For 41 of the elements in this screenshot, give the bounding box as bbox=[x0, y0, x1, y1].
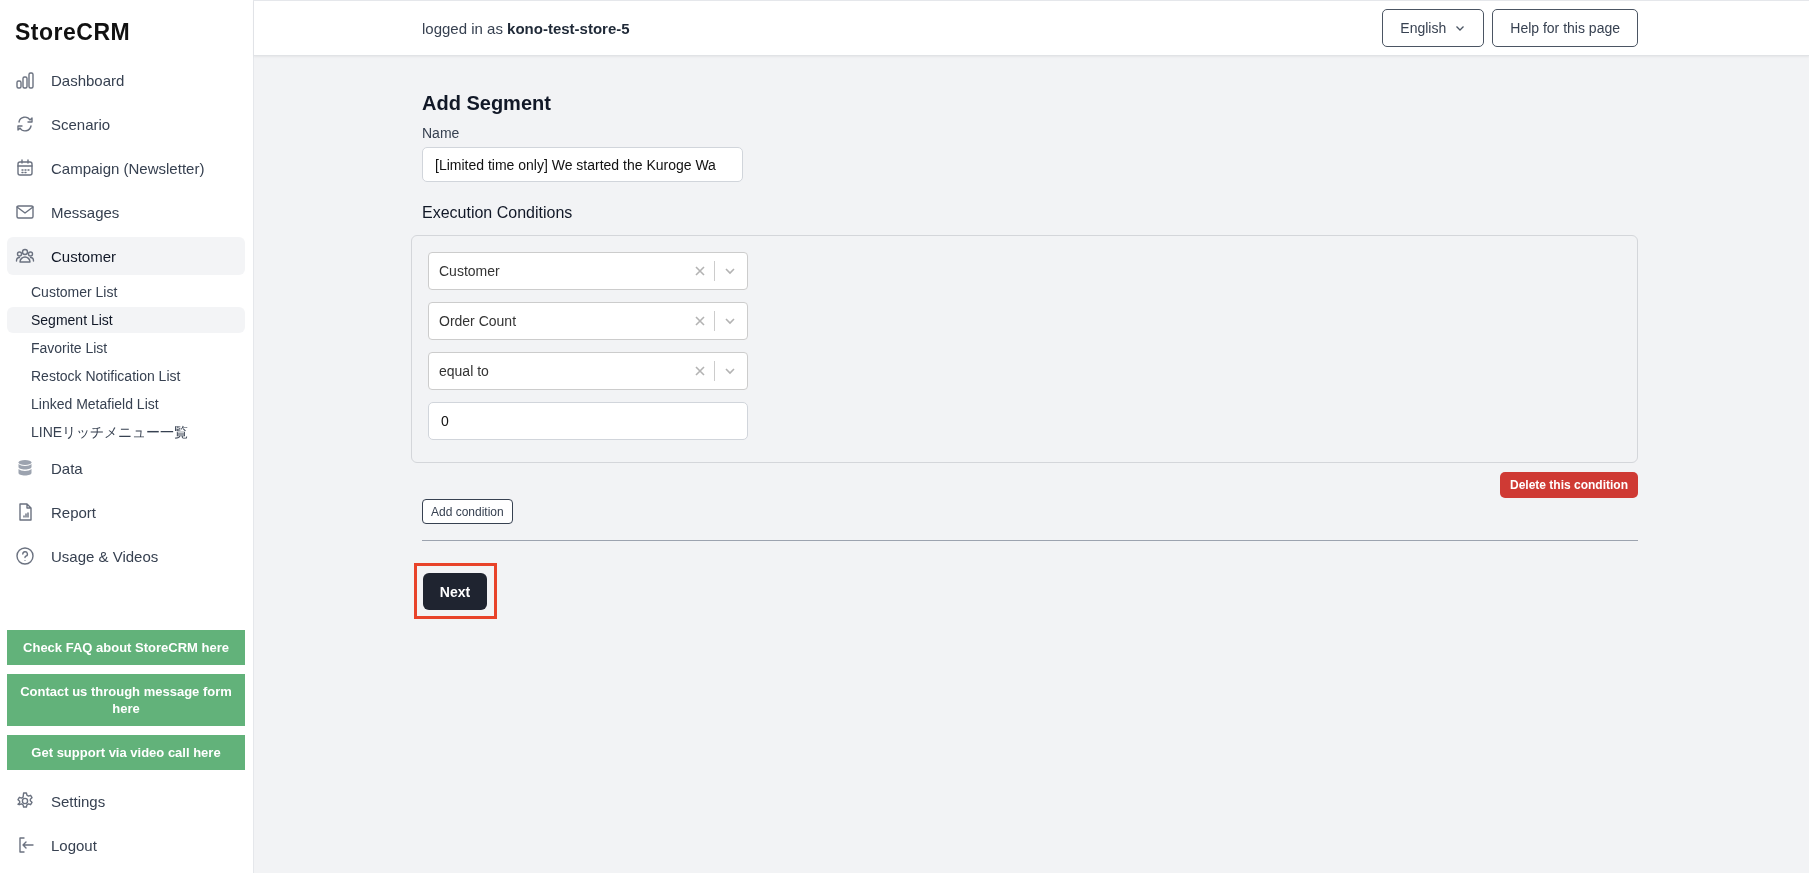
section-heading: Execution Conditions bbox=[422, 204, 573, 222]
logo[interactable]: StoreCRM bbox=[7, 0, 245, 58]
nav-subitem[interactable]: LINEリッチメニュー一覧 bbox=[7, 419, 245, 445]
nav-item[interactable]: Dashboard bbox=[7, 61, 245, 99]
nav-item[interactable]: Report bbox=[7, 493, 245, 531]
nav-subitem[interactable]: Segment List bbox=[7, 307, 245, 333]
envelope-icon bbox=[15, 202, 35, 222]
value-input[interactable]: 0 bbox=[428, 402, 748, 440]
nav-subitem[interactable]: Linked Metafield List bbox=[7, 391, 245, 417]
help-button[interactable]: Help for this page bbox=[1492, 9, 1638, 47]
calendar-icon bbox=[15, 158, 35, 178]
nav-item[interactable]: Usage & Videos bbox=[7, 537, 245, 575]
clear-icon[interactable] bbox=[694, 315, 706, 327]
field-label: Name bbox=[422, 125, 460, 141]
delete-condition-button[interactable]: Delete this condition bbox=[1500, 472, 1638, 498]
bar-chart-icon bbox=[15, 70, 35, 90]
name-input[interactable]: [Limited time only] We started the Kuroge Wa bbox=[422, 147, 743, 182]
nav-item[interactable]: Data bbox=[7, 449, 245, 487]
nav-subitem[interactable]: Favorite List bbox=[7, 335, 245, 361]
next-button[interactable]: Next bbox=[423, 573, 487, 610]
nav-item[interactable]: Customer bbox=[7, 237, 245, 275]
login-status: logged in as kono-test-store-5 bbox=[422, 19, 630, 37]
refresh-icon bbox=[15, 114, 35, 134]
nav-item[interactable]: Campaign (Newsletter) bbox=[7, 149, 245, 187]
page-title: Add Segment bbox=[422, 92, 551, 115]
select-dropdown[interactable]: Customer bbox=[428, 252, 748, 290]
nav-item[interactable]: Logout bbox=[7, 826, 245, 864]
nav-item[interactable]: Scenario bbox=[7, 105, 245, 143]
nav-item[interactable]: Settings bbox=[7, 782, 245, 820]
clear-icon[interactable] bbox=[694, 265, 706, 277]
nav-item[interactable]: Messages bbox=[7, 193, 245, 231]
gear-icon bbox=[15, 791, 35, 811]
nav-subitem[interactable]: Customer List bbox=[7, 279, 245, 305]
select-dropdown[interactable]: equal to bbox=[428, 352, 748, 390]
question-icon bbox=[15, 546, 35, 566]
select-dropdown[interactable]: Order Count bbox=[428, 302, 748, 340]
clear-icon[interactable] bbox=[694, 365, 706, 377]
language-dropdown[interactable]: English bbox=[1382, 9, 1485, 47]
people-icon bbox=[15, 246, 35, 266]
add-condition-button[interactable]: Add condition bbox=[422, 499, 513, 524]
nav-subitem[interactable]: Restock Notification List bbox=[7, 363, 245, 389]
